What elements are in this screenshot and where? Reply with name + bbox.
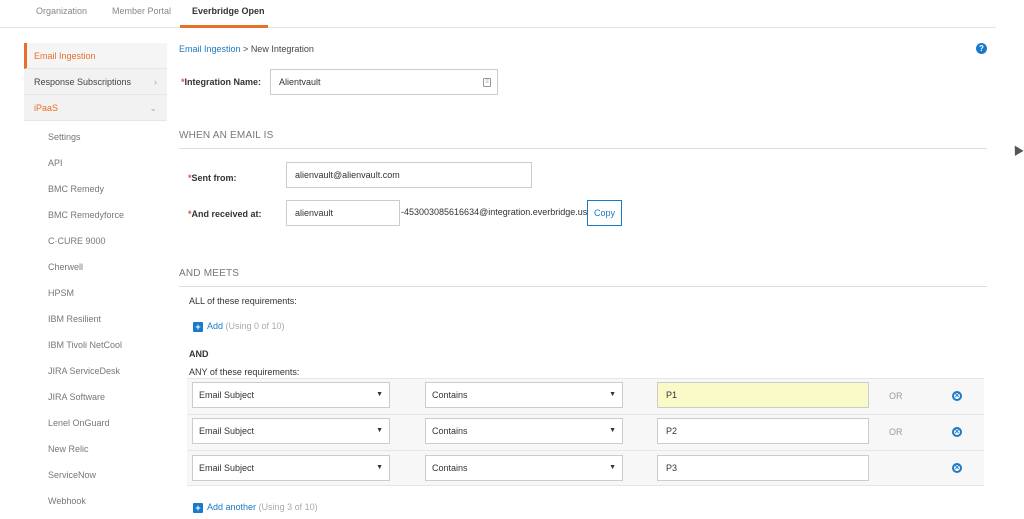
- breadcrumb-current: New Integration: [250, 44, 314, 54]
- sidebar-subitem-bmc-remedy[interactable]: BMC Remedy: [48, 184, 104, 194]
- tab-member-portal[interactable]: Member Portal: [112, 6, 171, 16]
- remove-circle-icon[interactable]: [952, 463, 962, 473]
- caret-down-icon: ▼: [609, 391, 616, 398]
- sidebar-subitem-lenel-onguard[interactable]: Lenel OnGuard: [48, 418, 110, 428]
- or-label: OR: [889, 427, 903, 437]
- add-another-link[interactable]: + Add another (Using 3 of 10): [193, 502, 318, 513]
- sidebar-subitem-cherwell[interactable]: Cherwell: [48, 262, 83, 272]
- sidebar-subitem-ibm-tivoli-netcool[interactable]: IBM Tivoli NetCool: [48, 340, 122, 350]
- sent-from-label: *Sent from:: [188, 173, 237, 183]
- add-label: Add: [207, 321, 224, 331]
- tab-everbridge-open[interactable]: Everbridge Open: [192, 6, 265, 16]
- all-requirements-label: ALL of these requirements:: [189, 296, 297, 306]
- divider: [179, 286, 987, 287]
- sidebar-item-response-subscriptions[interactable]: Response Subscriptions ›: [24, 69, 167, 95]
- remove-circle-icon[interactable]: [952, 391, 962, 401]
- and-label: AND: [189, 349, 209, 359]
- sidebar-subitem-servicenow[interactable]: ServiceNow: [48, 470, 96, 480]
- chevron-down-icon: ⌄: [149, 103, 157, 113]
- field-menu-icon[interactable]: ≡: [483, 78, 491, 87]
- sidebar-subitem-settings[interactable]: Settings: [48, 132, 81, 142]
- plus-icon: +: [193, 503, 203, 513]
- integration-name-label: *Integration Name:: [181, 77, 262, 87]
- sidebar-item-email-ingestion[interactable]: Email Ingestion: [24, 43, 167, 69]
- divider: [179, 148, 987, 149]
- breadcrumb-separator: >: [240, 44, 251, 54]
- breadcrumb: Email Ingestion > New Integration: [179, 44, 314, 54]
- email-domain-suffix: -453003085616634@integration.everbridge.…: [401, 207, 588, 217]
- condition-value-input[interactable]: P1: [657, 382, 869, 408]
- condition-value-input[interactable]: P2: [657, 418, 869, 444]
- plus-icon: +: [193, 322, 203, 332]
- question-icon[interactable]: ?: [976, 43, 987, 54]
- condition-value-input[interactable]: P3: [657, 455, 869, 481]
- section-title-and-meets: AND MEETS: [179, 268, 240, 279]
- section-title-when-email: WHEN AN EMAIL IS: [179, 130, 274, 141]
- sidebar-subitem-jira-software[interactable]: JIRA Software: [48, 392, 105, 402]
- received-at-input[interactable]: alienvault: [286, 200, 400, 226]
- condition-field-select[interactable]: Email Subject ▼: [192, 418, 390, 444]
- sidebar-subitem-api[interactable]: API: [48, 158, 63, 168]
- sent-from-input[interactable]: alienvault@alienvault.com: [286, 162, 532, 188]
- sidebar-subitem-hpsm[interactable]: HPSM: [48, 288, 74, 298]
- chevron-right-icon: ›: [154, 77, 157, 87]
- sidebar-item-label: Response Subscriptions: [34, 77, 132, 87]
- integration-name-input[interactable]: Alientvault ≡: [270, 69, 498, 95]
- sidebar: Email Ingestion Response Subscriptions ›…: [24, 43, 167, 519]
- condition-operator-select[interactable]: Contains ▼: [425, 418, 623, 444]
- sidebar-subitem-bmc-remedyforce[interactable]: BMC Remedyforce: [48, 210, 124, 220]
- top-navigation: Organization Member Portal Everbridge Op…: [0, 0, 996, 28]
- caret-down-icon: ▼: [609, 427, 616, 434]
- remove-circle-icon[interactable]: [952, 427, 962, 437]
- add-requirement-link[interactable]: + Add (Using 0 of 10): [193, 321, 285, 332]
- sidebar-item-ipaas[interactable]: iPaaS ⌄: [24, 95, 167, 121]
- tab-organization[interactable]: Organization: [36, 6, 87, 16]
- add-another-usage: (Using 3 of 10): [258, 502, 318, 512]
- condition-operator-select[interactable]: Contains ▼: [425, 455, 623, 481]
- copy-button[interactable]: Copy: [587, 200, 622, 226]
- sidebar-subitem-webhook[interactable]: Webhook: [48, 496, 86, 506]
- mouse-cursor-icon: [1010, 143, 1024, 156]
- sidebar-item-label: Email Ingestion: [34, 51, 96, 61]
- caret-down-icon: ▼: [376, 427, 383, 434]
- sidebar-item-label: iPaaS: [34, 103, 59, 113]
- caret-down-icon: ▼: [376, 391, 383, 398]
- sidebar-subitem-ibm-resilient[interactable]: IBM Resilient: [48, 314, 101, 324]
- caret-down-icon: ▼: [609, 464, 616, 471]
- caret-down-icon: ▼: [376, 464, 383, 471]
- or-label: OR: [889, 391, 903, 401]
- condition-field-select[interactable]: Email Subject ▼: [192, 455, 390, 481]
- sidebar-subitem-jira-servicedesk[interactable]: JIRA ServiceDesk: [48, 366, 120, 376]
- active-tab-indicator: [180, 25, 268, 28]
- condition-field-select[interactable]: Email Subject ▼: [192, 382, 390, 408]
- sidebar-subitem-ccure-9000[interactable]: C·CURE 9000: [48, 236, 106, 246]
- any-requirements-label: ANY of these requirements:: [189, 367, 300, 377]
- integration-name-value: Alientvault: [279, 77, 321, 87]
- sent-from-value: alienvault@alienvault.com: [295, 170, 400, 180]
- add-another-label: Add another: [207, 502, 257, 512]
- add-usage: (Using 0 of 10): [225, 321, 285, 331]
- breadcrumb-link-email-ingestion[interactable]: Email Ingestion: [179, 44, 241, 54]
- sidebar-subitem-new-relic[interactable]: New Relic: [48, 444, 89, 454]
- received-at-value: alienvault: [295, 208, 334, 218]
- received-at-label: *And received at:: [188, 209, 262, 219]
- condition-operator-select[interactable]: Contains ▼: [425, 382, 623, 408]
